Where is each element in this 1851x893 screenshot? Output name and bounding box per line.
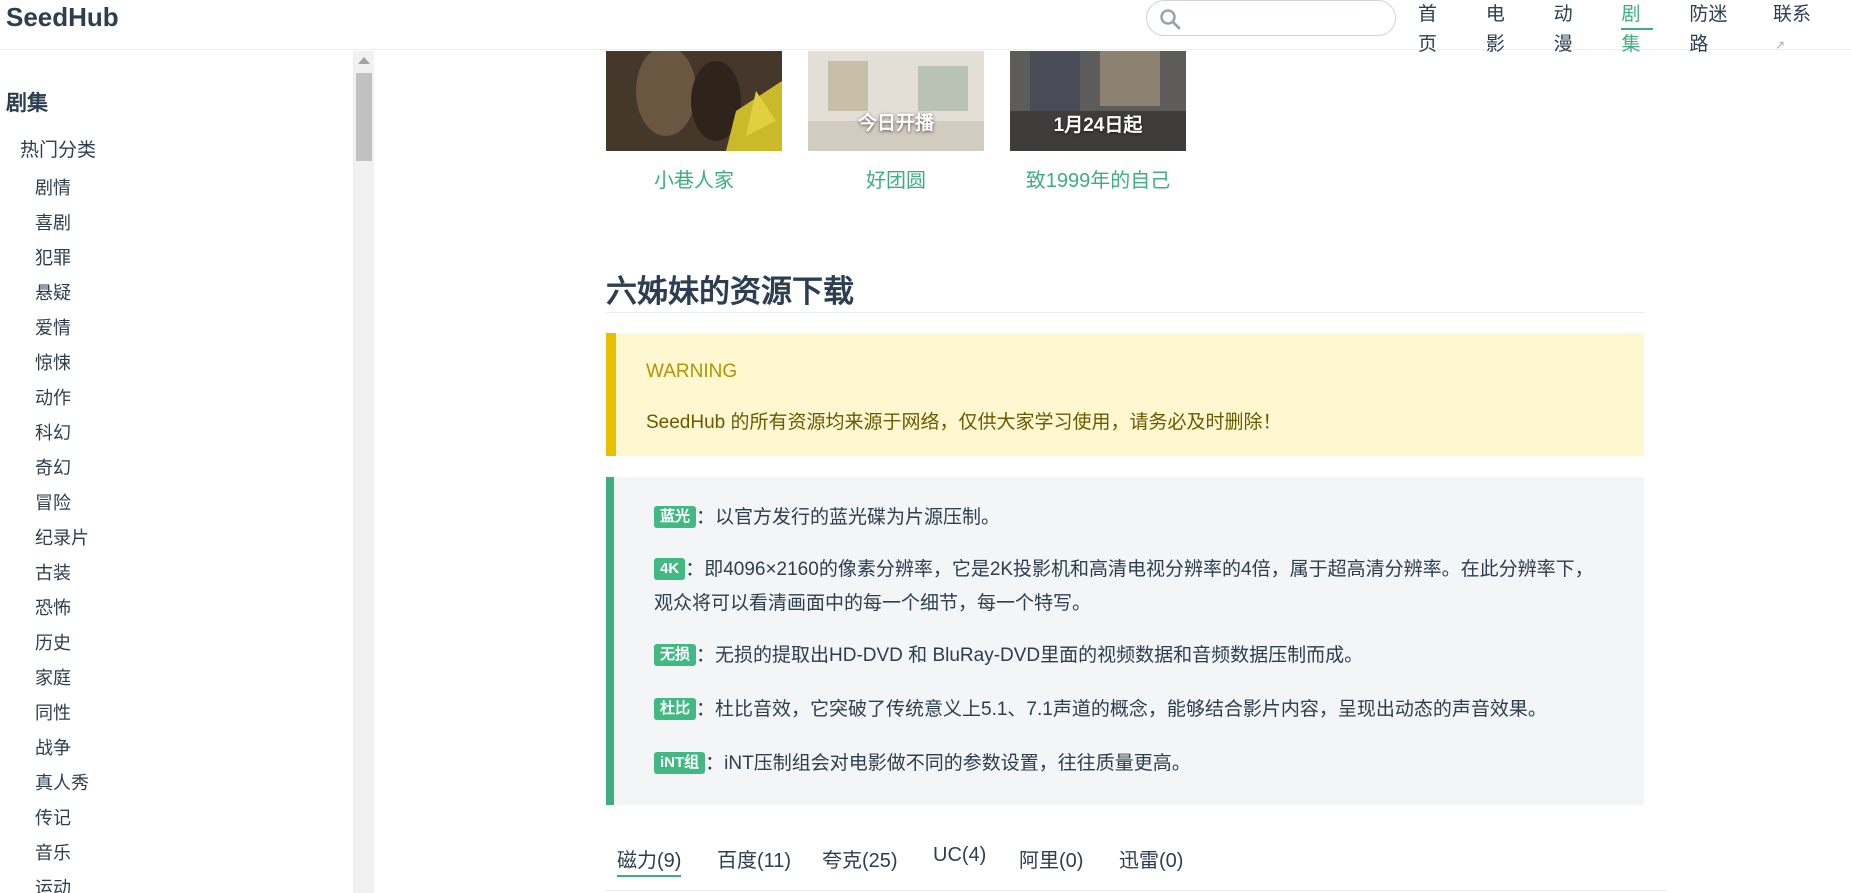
navbar: SeedHub 首页 电影 动漫 剧集 防迷路 联系 ↗ [0,0,1851,55]
sidebar-item[interactable]: 犯罪 [35,241,89,276]
sidebar-scrollbar[interactable] [354,51,374,893]
tag-badge: 蓝光 [654,506,697,528]
nav-home[interactable]: 首页 [1418,0,1450,55]
tip-row: 无损 ：无损的提取出HD-DVD 和 BluRay-DVD里面的视频数据和音频数据… [654,639,1604,673]
tip-row: 4K ：即4096×2160的像素分辨率，它是2K投影机和高清电视分辨率的4倍，属… [654,553,1604,621]
related-film-title[interactable]: 小巷人家 [606,164,782,193]
tip-text: ：无损的提取出HD-DVD 和 BluRay-DVD里面的视频数据和音频数据压制… [696,645,1364,666]
tag-badge: 无损 [654,644,697,666]
poster-image[interactable]: 1月24日起 [1010,51,1186,151]
sidebar-item[interactable]: 喜剧 [35,206,89,241]
nav-contact-label: 联系 [1773,4,1812,25]
tip-text: ：即4096×2160的像素分辨率，它是2K投影机和高清电视分辨率的4倍，属于超… [654,559,1594,614]
tag-badge: 4K [654,558,686,580]
tip-row: 蓝光 ：以官方发行的蓝光碟为片源压制。 [654,501,1604,535]
sidebar-item[interactable]: 同性 [35,696,89,731]
sidebar-group-title[interactable]: 热门分类 [20,135,96,162]
sidebar-item[interactable]: 纪录片 [35,521,89,556]
site-logo[interactable]: SeedHub [6,1,119,33]
nav-movies[interactable]: 电影 [1486,0,1518,55]
sidebar: 剧集 热门分类 剧情 喜剧 犯罪 悬疑 爱情 惊悚 动作 科幻 奇幻 冒险 纪录… [0,51,354,893]
sidebar-list: 剧情 喜剧 犯罪 悬疑 爱情 惊悚 动作 科幻 奇幻 冒险 纪录片 古装 恐怖 … [35,171,89,893]
tab-baidu[interactable]: 百度(11) [717,844,791,873]
tip-text: ：iNT压制组会对电影做不同的参数设置，往往质量更高。 [705,753,1191,774]
poster-caption: 今日开播 [857,113,934,134]
nav-series[interactable]: 剧集 [1621,0,1654,55]
sidebar-item[interactable]: 传记 [35,801,89,836]
tip-row: iNT组 ：iNT压制组会对电影做不同的参数设置，往往质量更高。 [654,747,1604,781]
sidebar-item[interactable]: 战争 [35,731,89,766]
poster-art [606,51,782,151]
sidebar-item[interactable]: 剧情 [35,171,89,206]
sidebar-item[interactable]: 历史 [35,626,89,661]
sidebar-item[interactable]: 悬疑 [35,276,89,311]
sidebar-item[interactable]: 科幻 [35,416,89,451]
tab-xunlei[interactable]: 迅雷(0) [1119,844,1183,873]
sidebar-item[interactable]: 家庭 [35,661,89,696]
tip-text: ：杜比音效，它突破了传统意义上5.1、7.1声道的概念，能够结合影片内容，呈现出… [696,699,1547,720]
tip-block: 蓝光 ：以官方发行的蓝光碟为片源压制。 4K ：即4096×2160的像素分辨率，它… [606,477,1644,805]
sidebar-item[interactable]: 真人秀 [35,766,89,801]
tab-quark[interactable]: 夸克(25) [822,844,898,873]
sidebar-item[interactable]: 动作 [35,381,89,416]
download-tabs: 磁力(9) 百度(11) 夸克(25) UC(4) 阿里(0) 迅雷(0) [606,838,1666,891]
sidebar-item[interactable]: 冒险 [35,486,89,521]
nav-contact[interactable]: 联系 ↗ [1773,0,1815,52]
tip-row: 杜比 ：杜比音效，它突破了传统意义上5.1、7.1声道的概念，能够结合影片内容，呈… [654,693,1604,727]
warning-block: WARNING SeedHub 的所有资源均来源于网络，仅供大家学习使用，请务必… [606,333,1644,456]
tab-aliyun[interactable]: 阿里(0) [1019,844,1083,873]
warning-title: WARNING [646,361,738,382]
sidebar-item[interactable]: 音乐 [35,836,89,871]
external-link-icon: ↗ [1775,38,1786,52]
related-film-title[interactable]: 致1999年的自己 [1000,164,1196,193]
sidebar-item[interactable]: 古装 [35,556,89,591]
section-title: 六姊妹的资源下载 [606,274,854,309]
section-divider [606,312,1644,313]
sidebar-item[interactable]: 奇幻 [35,451,89,486]
scroll-up-arrow-icon[interactable] [358,57,370,64]
search-icon [1160,9,1181,30]
top-nav: 首页 电影 动漫 剧集 防迷路 联系 ↗ [1418,0,1851,55]
poster-image[interactable]: 今日开播 [808,51,984,151]
poster-image[interactable] [606,51,782,151]
sidebar-item[interactable]: 恐怖 [35,591,89,626]
sidebar-title[interactable]: 剧集 [6,87,48,117]
sidebar-item[interactable]: 惊悚 [35,346,89,381]
scrollbar-thumb[interactable] [356,73,372,161]
poster-art [808,51,984,151]
tip-text: ：以官方发行的蓝光碟为片源压制。 [696,507,1001,528]
related-film-title[interactable]: 好团圆 [808,164,984,193]
poster-caption: 1月24日起 [1053,115,1143,136]
nav-anime[interactable]: 动漫 [1554,0,1586,55]
sidebar-item[interactable]: 爱情 [35,311,89,346]
tab-magnet[interactable]: 磁力(9) [617,844,682,877]
tag-badge: 杜比 [654,698,697,720]
tab-uc[interactable]: UC(4) [933,844,986,867]
warning-text: SeedHub 的所有资源均来源于网络，仅供大家学习使用，请务必及时删除！ [646,412,1282,433]
sidebar-item[interactable]: 运动 [35,871,89,893]
nav-backup[interactable]: 防迷路 [1689,0,1737,55]
tag-badge: iNT组 [654,752,706,774]
search-box[interactable] [1146,0,1396,36]
